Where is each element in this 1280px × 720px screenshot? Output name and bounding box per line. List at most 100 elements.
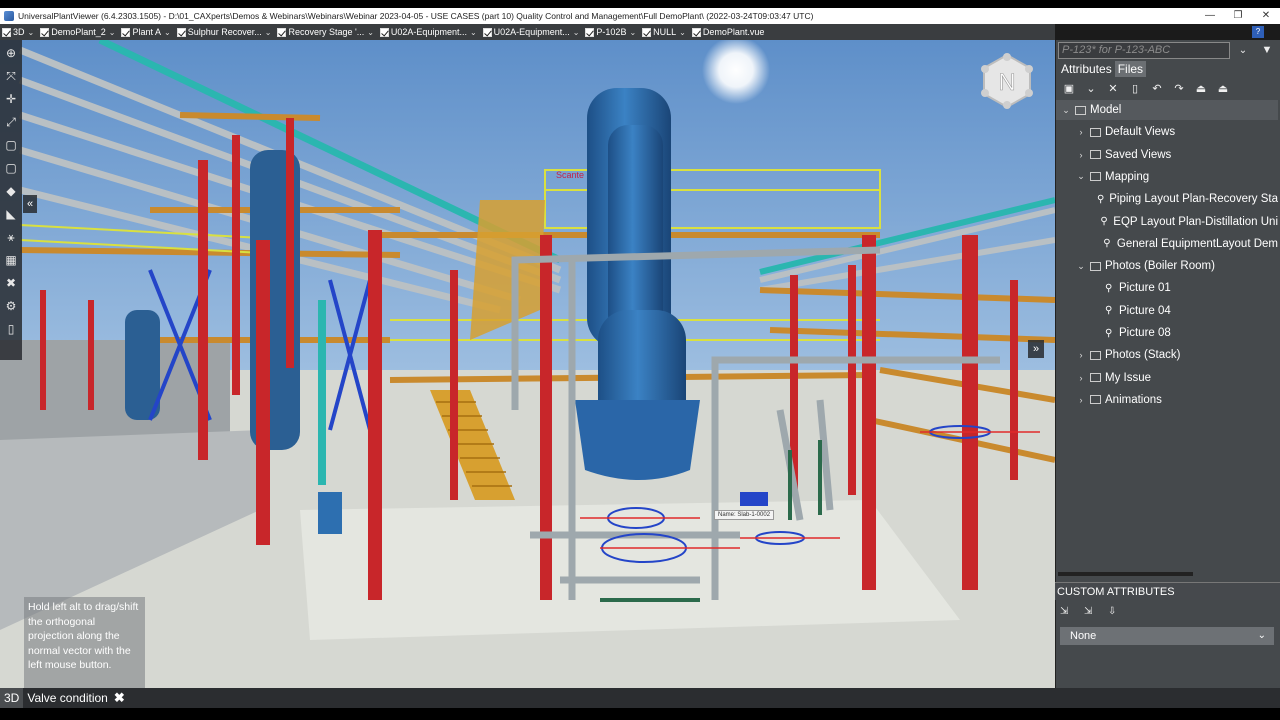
new-folder-icon[interactable]: ▣	[1058, 80, 1080, 98]
filter-tag[interactable]: DemoPlant.vue	[690, 25, 767, 39]
tree-node[interactable]: ⌄ Model	[1056, 100, 1278, 120]
tool-icon[interactable]: ◣	[2, 204, 20, 224]
tool-icon[interactable]: ✛	[2, 89, 20, 109]
chevron-right-icon[interactable]: ›	[1075, 373, 1087, 383]
tree-node[interactable]: › Animations	[1056, 390, 1278, 410]
letterbox-top	[0, 0, 1280, 8]
undo-icon[interactable]: ↶	[1146, 80, 1168, 98]
tree-node[interactable]: › Default Views	[1056, 122, 1278, 142]
folder-icon	[1090, 150, 1101, 160]
checkbox[interactable]	[2, 27, 11, 37]
chevron-down-icon[interactable]: ⌄	[573, 28, 580, 37]
chevron-down-icon[interactable]: ⌄	[679, 28, 686, 37]
filter-tag-label: U02A-Equipment...	[493, 27, 570, 37]
tool-icon[interactable]: ◆	[2, 181, 20, 201]
tool-icon[interactable]: ⤢	[2, 112, 20, 132]
files-toolbar: ▣ ⌄ ✕ ▯ ↶ ↷ ⏏ ⏏	[1058, 80, 1234, 98]
tool-icon[interactable]: ⊕	[2, 43, 20, 63]
search-dropdown-icon[interactable]: ⌄	[1236, 42, 1250, 59]
filter-tag[interactable]: Recovery Stage '... ⌄	[275, 25, 375, 39]
collapse-left-button[interactable]: «	[23, 195, 37, 213]
checkbox[interactable]	[691, 27, 701, 37]
chevron-down-icon[interactable]: ⌄	[164, 28, 171, 37]
document-icon[interactable]: ▯	[1124, 80, 1146, 98]
tool-icon[interactable]: ▢	[2, 135, 20, 155]
chevron-down-icon[interactable]: ⌄	[470, 28, 477, 37]
tree-node[interactable]: ⚲ Picture 04	[1056, 301, 1278, 321]
restore-button[interactable]: ❐	[1224, 8, 1252, 24]
attr-add-icon[interactable]: ⇲	[1060, 606, 1084, 617]
chevron-down-icon[interactable]: ⌄	[1075, 171, 1087, 182]
delete-icon[interactable]: ✕	[1102, 80, 1124, 98]
checkbox[interactable]	[379, 27, 389, 37]
tree-node[interactable]: › Photos (Stack)	[1056, 345, 1278, 365]
attr-remove-icon[interactable]: ⇩	[1108, 606, 1132, 617]
navigation-cube[interactable]: N	[978, 52, 1036, 110]
filter-tag[interactable]: Plant A ⌄	[119, 25, 172, 39]
filter-tag[interactable]: P-102B ⌄	[583, 25, 638, 39]
filter-tag[interactable]: NULL ⌄	[640, 25, 688, 39]
tab-attributes[interactable]: Attributes	[1058, 61, 1115, 77]
filter-tag[interactable]: Sulphur Recover... ⌄	[175, 25, 274, 39]
tool-icon[interactable]: ⚹	[2, 227, 20, 247]
filter-tag[interactable]: U02A-Equipment... ⌄	[378, 25, 479, 39]
checkbox[interactable]	[40, 27, 50, 37]
minimize-button[interactable]: —	[1196, 8, 1224, 24]
chevron-down-icon[interactable]: ⌄	[265, 28, 272, 37]
custom-attributes-select[interactable]: None ⌄	[1060, 627, 1274, 645]
checkbox[interactable]	[176, 27, 186, 37]
filter-tag[interactable]: 3D ⌄	[0, 25, 36, 39]
chevron-down-icon[interactable]: ⌄	[367, 28, 374, 37]
tree-node[interactable]: ⚲ EQP Layout Plan-Distillation Uni	[1056, 212, 1278, 232]
tree-node[interactable]: ⌄ Photos (Boiler Room)	[1056, 256, 1278, 276]
tool-icon[interactable]: ⚙	[2, 296, 20, 316]
tree-node[interactable]: ⚲ Picture 08	[1056, 323, 1278, 343]
chevron-down-icon[interactable]: ⌄	[1060, 105, 1072, 116]
tree-node[interactable]: ⚲ Picture 01	[1056, 278, 1278, 298]
filter-tag-label: NULL	[653, 27, 677, 37]
search-input[interactable]: P-123* for P-123-ABC	[1058, 42, 1230, 59]
chevron-right-icon[interactable]: ›	[1075, 395, 1087, 405]
import-icon[interactable]: ⏏	[1190, 80, 1212, 98]
3d-viewport[interactable]: Scante Name: Slab-1-0002 N Hold left alt…	[0, 40, 1055, 688]
chevron-down-icon[interactable]: ⌄	[629, 28, 636, 37]
chevron-down-icon[interactable]: ⌄	[109, 28, 116, 37]
filter-tag[interactable]: U02A-Equipment... ⌄	[481, 25, 582, 39]
checkbox[interactable]	[642, 27, 652, 37]
tree-node[interactable]: ⌄ Mapping	[1056, 167, 1278, 187]
tree-node-label: My Issue	[1105, 371, 1152, 384]
tree-node[interactable]: › Saved Views	[1056, 145, 1278, 165]
filter-tag[interactable]: DemoPlant_2 ⌄	[38, 25, 117, 39]
tool-icon[interactable]: ▦	[2, 250, 20, 270]
attr-edit-icon[interactable]: ⇲	[1084, 606, 1108, 617]
tool-icon[interactable]: ▢	[2, 158, 20, 178]
checkbox[interactable]	[482, 27, 492, 37]
tree-node[interactable]: › My Issue	[1056, 368, 1278, 388]
tree-node-label: Saved Views	[1105, 148, 1172, 161]
filter-icon[interactable]: ▼	[1259, 42, 1275, 59]
clear-filter-icon[interactable]: ✖	[114, 690, 125, 706]
tree-horizontal-scrollbar[interactable]	[1058, 572, 1193, 576]
help-icon[interactable]: ?	[1252, 26, 1264, 38]
checkbox[interactable]	[585, 27, 595, 37]
chevron-right-icon[interactable]: ›	[1075, 150, 1087, 160]
tree-node[interactable]: ⚲ General EquipmentLayout Dem	[1056, 234, 1278, 254]
tool-icon[interactable]: ▯	[2, 319, 20, 339]
chevron-right-icon[interactable]: ›	[1075, 127, 1087, 137]
close-window-button[interactable]: ✕	[1252, 8, 1280, 24]
chevron-down-icon[interactable]: ⌄	[1080, 80, 1102, 98]
view-mode-badge[interactable]: 3D	[0, 688, 24, 708]
chevron-down-icon[interactable]: ⌄	[28, 28, 35, 37]
chevron-right-icon[interactable]: ›	[1075, 350, 1087, 360]
tool-icon[interactable]: ⤧	[2, 66, 20, 86]
checkbox[interactable]	[277, 27, 287, 37]
redo-icon[interactable]: ↷	[1168, 80, 1190, 98]
tab-files[interactable]: Files	[1114, 61, 1147, 77]
collapse-right-button[interactable]: »	[1028, 340, 1044, 358]
checkbox[interactable]	[121, 27, 131, 37]
tool-icon[interactable]: ✖	[2, 273, 20, 293]
filter-tag-label: Sulphur Recover...	[187, 27, 262, 37]
chevron-down-icon[interactable]: ⌄	[1075, 261, 1087, 272]
export-icon[interactable]: ⏏	[1212, 80, 1234, 98]
tree-node[interactable]: ⚲ Piping Layout Plan-Recovery Sta	[1056, 189, 1278, 209]
